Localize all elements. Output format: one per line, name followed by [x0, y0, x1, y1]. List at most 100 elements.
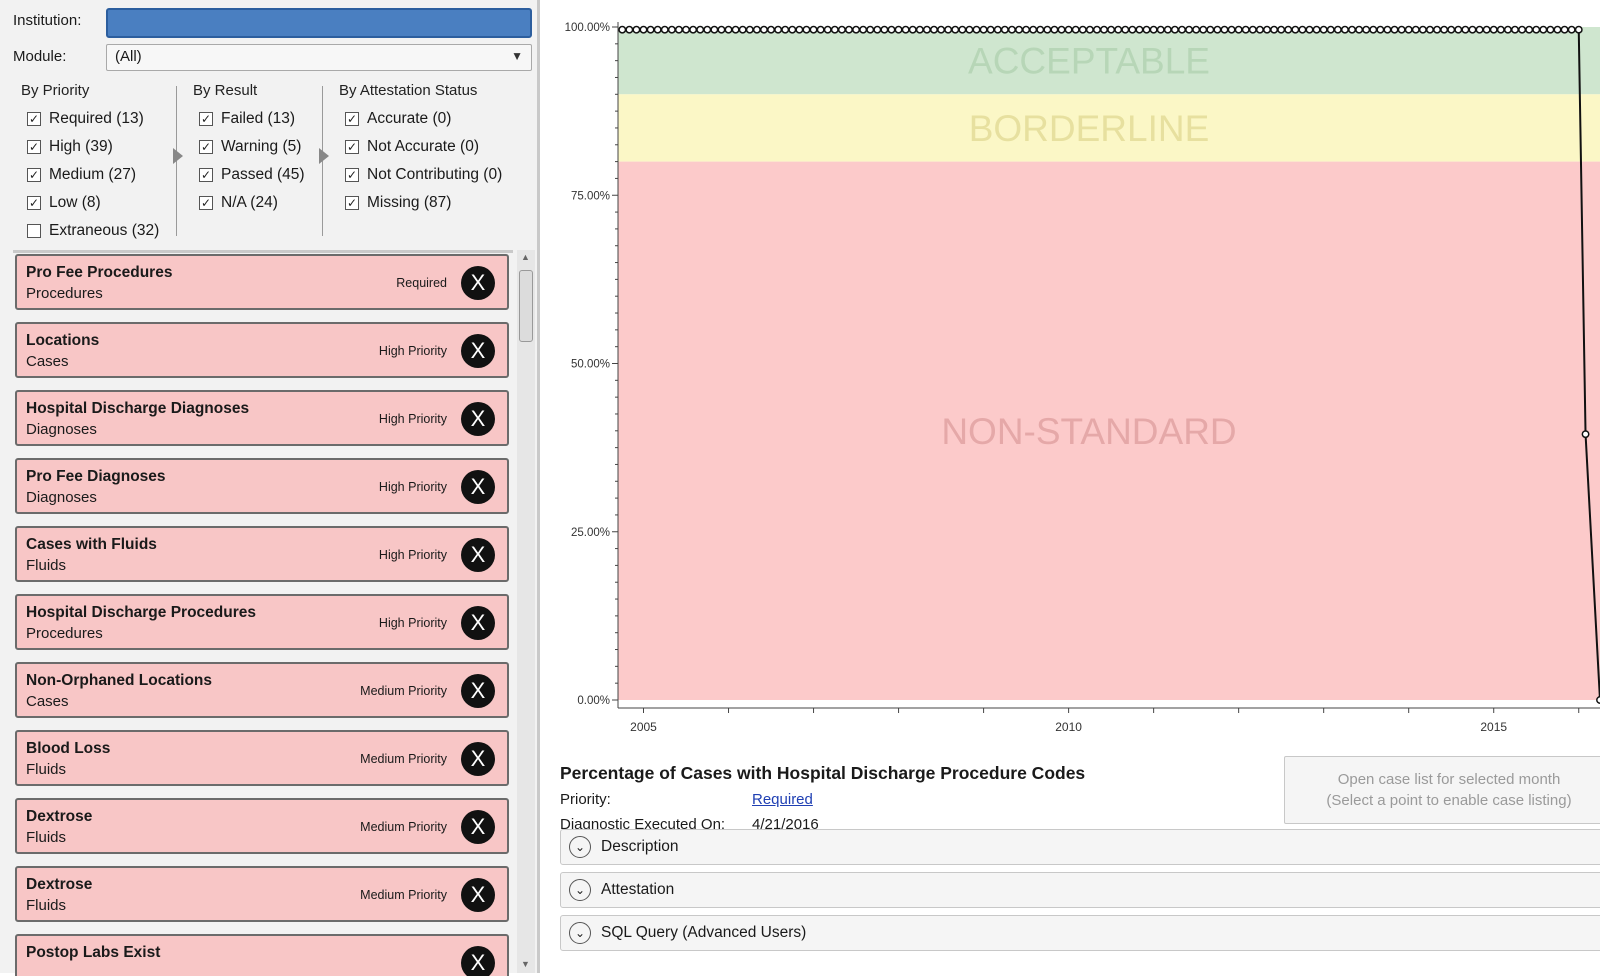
data-point[interactable] [944, 25, 953, 34]
data-point[interactable] [1100, 25, 1108, 34]
expander-section[interactable]: ⌄ Description [560, 829, 1600, 865]
data-point[interactable] [1220, 25, 1229, 34]
data-point[interactable] [639, 25, 648, 34]
data-point[interactable] [894, 25, 903, 34]
filter-option[interactable]: ✓ Failed (13) [185, 105, 325, 133]
close-icon[interactable]: X [461, 674, 495, 708]
chevron-down-icon[interactable]: ⌄ [569, 922, 591, 944]
data-point[interactable] [852, 25, 861, 34]
data-point[interactable] [908, 25, 917, 34]
data-point[interactable] [1085, 25, 1094, 34]
data-point[interactable] [1468, 25, 1477, 34]
checkbox-checked[interactable]: ✓ [27, 196, 41, 210]
data-point[interactable] [1539, 25, 1548, 34]
data-point[interactable] [1340, 25, 1349, 34]
filter-option[interactable]: ✓ Medium (27) [13, 161, 178, 189]
data-point[interactable] [1234, 25, 1243, 34]
data-point[interactable] [760, 25, 768, 34]
checkbox-checked[interactable]: ✓ [27, 140, 41, 154]
data-point[interactable] [689, 25, 698, 34]
data-point[interactable] [1411, 25, 1420, 34]
close-icon[interactable]: X [461, 402, 495, 436]
scroll-thumb[interactable] [519, 270, 533, 342]
data-point[interactable] [1149, 25, 1158, 34]
filter-option[interactable]: ✓ Missing (87) [331, 189, 541, 217]
filter-option[interactable]: Extraneous (32) [13, 217, 178, 245]
scroll-up-icon[interactable]: ▲ [521, 252, 530, 262]
chevron-down-icon[interactable]: ⌄ [569, 879, 591, 901]
data-point[interactable] [1532, 25, 1541, 34]
diagnostic-card[interactable]: Postop Labs Exist X [15, 934, 509, 976]
expander-section[interactable]: ⌄ SQL Query (Advanced Users) [560, 915, 1600, 951]
checkbox-checked[interactable]: ✓ [345, 112, 359, 126]
data-point[interactable] [930, 25, 938, 34]
data-point[interactable] [1574, 25, 1583, 34]
filter-option[interactable]: ✓ Passed (45) [185, 161, 325, 189]
data-point[interactable] [823, 25, 832, 34]
data-point[interactable] [1447, 25, 1456, 34]
data-point[interactable] [696, 25, 705, 34]
diagnostic-card[interactable]: Locations Cases High Priority X [15, 322, 509, 378]
data-point[interactable] [993, 25, 1002, 34]
data-point[interactable] [1404, 25, 1413, 34]
close-icon[interactable]: X [461, 470, 495, 504]
data-point[interactable] [1277, 25, 1286, 34]
data-point[interactable] [653, 25, 662, 34]
data-point[interactable] [731, 25, 740, 34]
priority-link[interactable]: Required [752, 791, 813, 808]
data-point[interactable] [1199, 25, 1208, 34]
close-icon[interactable]: X [461, 266, 495, 300]
data-point[interactable] [1163, 25, 1172, 34]
list-scrollbar[interactable]: ▲ ▼ [517, 250, 535, 973]
checkbox-checked[interactable]: ✓ [27, 168, 41, 182]
data-point[interactable] [646, 25, 655, 34]
scroll-down-icon[interactable]: ▼ [521, 959, 530, 969]
data-point[interactable] [1489, 25, 1498, 34]
data-point[interactable] [937, 25, 946, 34]
data-point[interactable] [1270, 25, 1279, 34]
data-point[interactable] [1369, 25, 1378, 34]
data-point[interactable] [1461, 25, 1470, 34]
data-point[interactable] [1298, 25, 1307, 34]
data-point[interactable] [1029, 25, 1038, 34]
data-point[interactable] [1255, 25, 1264, 34]
data-point[interactable] [880, 25, 889, 34]
filter-option[interactable]: ✓ Required (13) [13, 105, 178, 133]
data-point[interactable] [1248, 25, 1257, 34]
data-point[interactable] [660, 25, 669, 34]
data-point[interactable] [1348, 25, 1356, 34]
data-point[interactable] [972, 25, 981, 34]
diagnostic-card[interactable]: Pro Fee Diagnoses Diagnoses High Priority X [15, 458, 509, 514]
expander-section[interactable]: ⌄ Attestation [560, 872, 1600, 908]
data-point[interactable] [1284, 25, 1293, 34]
checkbox-checked[interactable]: ✓ [345, 168, 359, 182]
data-point[interactable] [1128, 25, 1137, 34]
close-icon[interactable]: X [461, 538, 495, 572]
data-point[interactable] [922, 25, 931, 34]
data-point[interactable] [788, 25, 797, 34]
data-point[interactable] [901, 25, 910, 34]
data-point[interactable] [752, 25, 761, 34]
checkbox-checked[interactable]: ✓ [345, 196, 359, 210]
data-point[interactable] [1560, 25, 1569, 34]
data-point[interactable] [809, 25, 818, 34]
data-point[interactable] [1482, 25, 1491, 34]
diagnostic-card[interactable]: Non-Orphaned Locations Cases Medium Priori… [15, 662, 509, 718]
data-point[interactable] [1064, 25, 1073, 34]
close-icon[interactable]: X [461, 334, 495, 368]
data-point[interactable] [1475, 25, 1484, 34]
close-icon[interactable]: X [461, 878, 495, 912]
data-point[interactable] [1567, 25, 1576, 34]
data-point[interactable] [674, 25, 683, 34]
module-select[interactable]: (All) ▼ [106, 44, 532, 71]
data-point[interactable] [1185, 25, 1194, 34]
data-point[interactable] [1078, 25, 1087, 34]
data-point[interactable] [1426, 25, 1434, 34]
data-point[interactable] [859, 25, 868, 34]
data-point[interactable] [1142, 25, 1151, 34]
diagnostic-card[interactable]: Dextrose Fluids Medium Priority X [15, 798, 509, 854]
data-point[interactable] [986, 25, 995, 34]
data-point[interactable] [1093, 25, 1101, 34]
data-point[interactable] [738, 25, 747, 34]
checkbox-checked[interactable]: ✓ [345, 140, 359, 154]
